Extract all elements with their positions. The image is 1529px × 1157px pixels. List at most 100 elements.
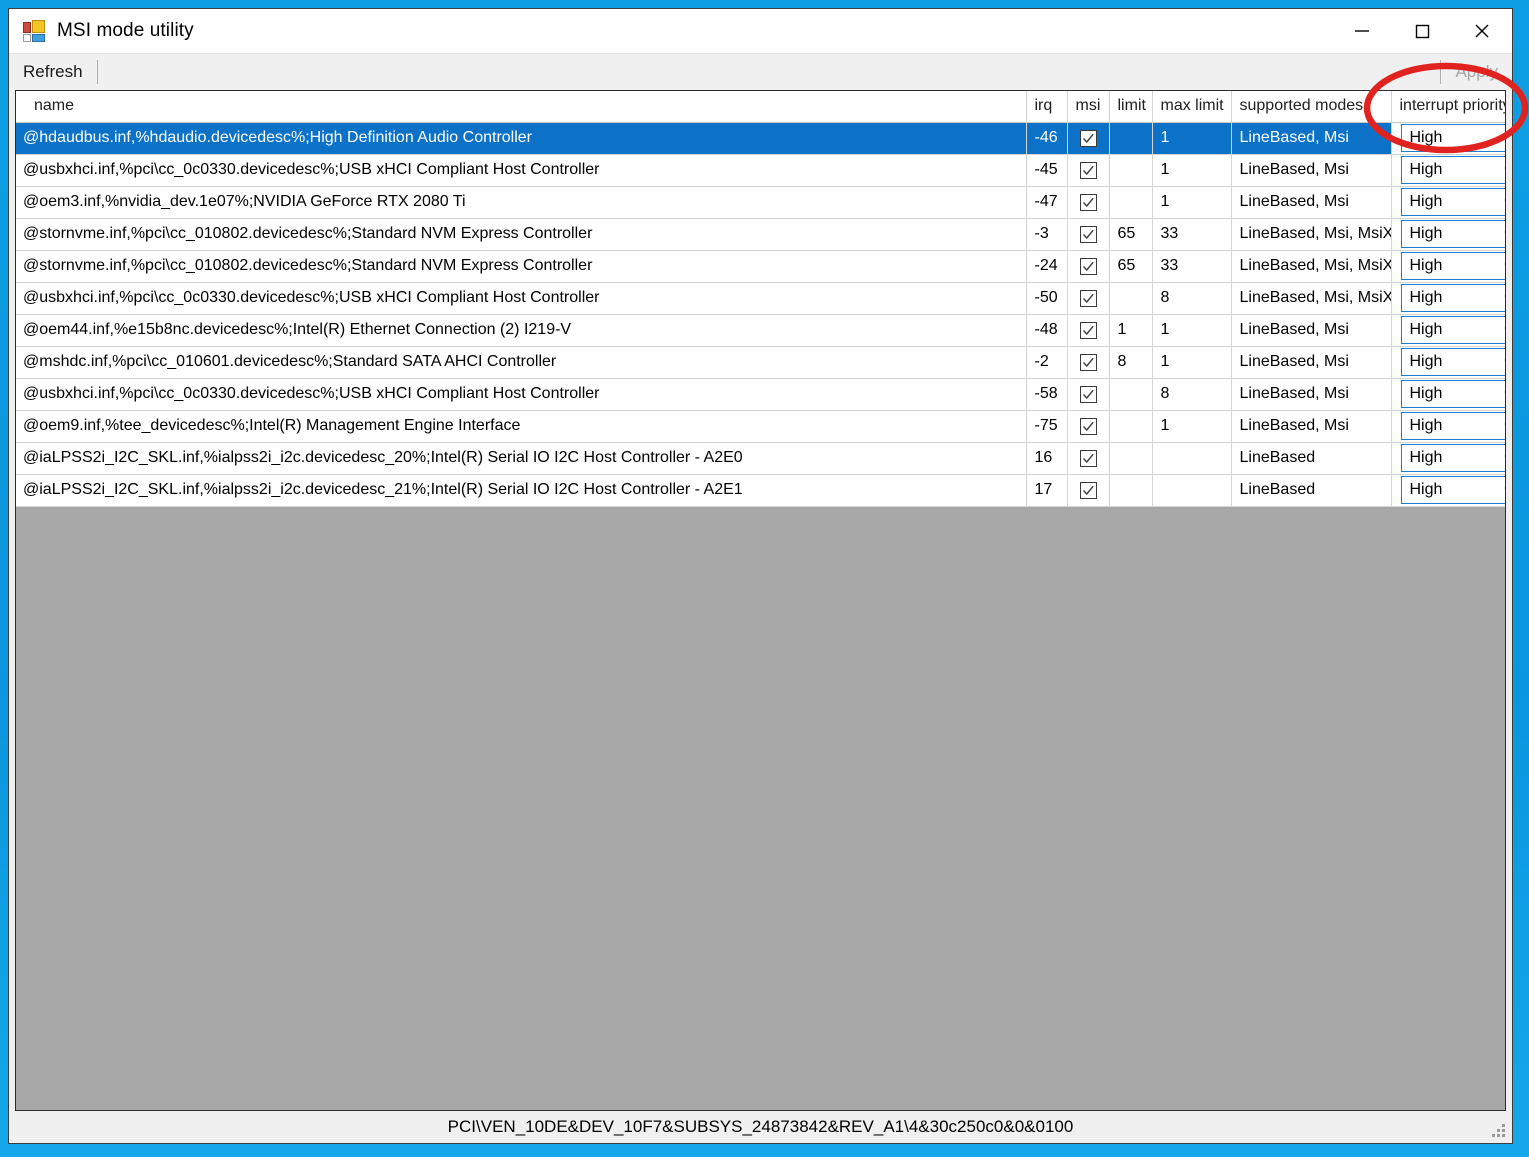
- cell-msi[interactable]: [1067, 442, 1110, 475]
- cell-msi[interactable]: [1067, 218, 1110, 251]
- interrupt-priority-dropdown[interactable]: High: [1400, 156, 1505, 184]
- cell-supported-modes[interactable]: LineBased, Msi, MsiX: [1231, 250, 1392, 283]
- cell-name[interactable]: @oem9.inf,%tee_devicedesc%;Intel(R) Mana…: [16, 410, 1027, 443]
- cell-name[interactable]: @iaLPSS2i_I2C_SKL.inf,%ialpss2i_i2c.devi…: [16, 474, 1027, 507]
- table-row[interactable]: @usbxhci.inf,%pci\cc_0c0330.devicedesc%;…: [16, 378, 1505, 411]
- column-header-limit[interactable]: limit: [1109, 91, 1153, 123]
- cell-max-limit[interactable]: 33: [1152, 218, 1232, 251]
- cell-supported-modes[interactable]: LineBased, Msi: [1231, 378, 1392, 411]
- table-row[interactable]: @stornvme.inf,%pci\cc_010802.devicedesc%…: [16, 250, 1505, 283]
- cell-limit[interactable]: [1109, 474, 1153, 507]
- msi-checkbox[interactable]: [1068, 219, 1109, 250]
- msi-checkbox[interactable]: [1068, 347, 1109, 378]
- cell-irq[interactable]: -2: [1026, 346, 1068, 379]
- cell-limit[interactable]: [1109, 154, 1153, 187]
- apply-button[interactable]: Apply: [1443, 56, 1510, 89]
- cell-name[interactable]: @hdaudbus.inf,%hdaudio.devicedesc%;High …: [16, 122, 1027, 155]
- msi-checkbox[interactable]: [1068, 123, 1109, 154]
- cell-limit[interactable]: 1: [1109, 314, 1153, 347]
- refresh-button[interactable]: Refresh: [11, 56, 95, 89]
- minimize-button[interactable]: [1332, 9, 1392, 53]
- column-header-msi[interactable]: msi: [1067, 91, 1110, 123]
- cell-limit[interactable]: 8: [1109, 346, 1153, 379]
- cell-msi[interactable]: [1067, 186, 1110, 219]
- cell-msi[interactable]: [1067, 154, 1110, 187]
- cell-limit[interactable]: [1109, 378, 1153, 411]
- cell-max-limit[interactable]: 1: [1152, 154, 1232, 187]
- interrupt-priority-dropdown[interactable]: High: [1400, 476, 1505, 504]
- cell-irq[interactable]: -48: [1026, 314, 1068, 347]
- cell-limit[interactable]: 65: [1109, 250, 1153, 283]
- cell-limit[interactable]: 65: [1109, 218, 1153, 251]
- cell-supported-modes[interactable]: LineBased, Msi, MsiX: [1231, 218, 1392, 251]
- cell-supported-modes[interactable]: LineBased, Msi: [1231, 346, 1392, 379]
- cell-supported-modes[interactable]: LineBased, Msi: [1231, 186, 1392, 219]
- cell-limit[interactable]: [1109, 282, 1153, 315]
- column-header-interrupt-priority[interactable]: interrupt priority: [1391, 91, 1505, 123]
- cell-supported-modes[interactable]: LineBased, Msi, MsiX: [1231, 282, 1392, 315]
- table-row[interactable]: @usbxhci.inf,%pci\cc_0c0330.devicedesc%;…: [16, 282, 1505, 315]
- cell-irq[interactable]: -75: [1026, 410, 1068, 443]
- cell-msi[interactable]: [1067, 378, 1110, 411]
- interrupt-priority-dropdown[interactable]: High: [1400, 412, 1505, 440]
- cell-msi[interactable]: [1067, 250, 1110, 283]
- cell-interrupt-priority[interactable]: High: [1391, 250, 1505, 283]
- cell-max-limit[interactable]: 1: [1152, 410, 1232, 443]
- column-header-name[interactable]: name: [16, 91, 1027, 123]
- cell-irq[interactable]: 17: [1026, 474, 1068, 507]
- cell-max-limit[interactable]: 1: [1152, 186, 1232, 219]
- cell-msi[interactable]: [1067, 282, 1110, 315]
- cell-supported-modes[interactable]: LineBased, Msi: [1231, 154, 1392, 187]
- cell-interrupt-priority[interactable]: High: [1391, 314, 1505, 347]
- table-row[interactable]: @iaLPSS2i_I2C_SKL.inf,%ialpss2i_i2c.devi…: [16, 442, 1505, 475]
- cell-name[interactable]: @stornvme.inf,%pci\cc_010802.devicedesc%…: [16, 218, 1027, 251]
- cell-interrupt-priority[interactable]: High: [1391, 410, 1505, 443]
- cell-max-limit[interactable]: 8: [1152, 378, 1232, 411]
- cell-msi[interactable]: [1067, 314, 1110, 347]
- cell-max-limit[interactable]: [1152, 442, 1232, 475]
- interrupt-priority-dropdown[interactable]: High: [1400, 252, 1505, 280]
- interrupt-priority-dropdown[interactable]: High: [1400, 124, 1505, 152]
- table-row[interactable]: @iaLPSS2i_I2C_SKL.inf,%ialpss2i_i2c.devi…: [16, 474, 1505, 507]
- cell-interrupt-priority[interactable]: High: [1391, 218, 1505, 251]
- cell-limit[interactable]: [1109, 410, 1153, 443]
- cell-max-limit[interactable]: 33: [1152, 250, 1232, 283]
- cell-supported-modes[interactable]: LineBased, Msi: [1231, 410, 1392, 443]
- close-button[interactable]: [1452, 9, 1512, 53]
- title-bar[interactable]: MSI mode utility: [9, 9, 1512, 53]
- table-row[interactable]: @stornvme.inf,%pci\cc_010802.devicedesc%…: [16, 218, 1505, 251]
- table-row[interactable]: @oem44.inf,%e15b8nc.devicedesc%;Intel(R)…: [16, 314, 1505, 347]
- msi-checkbox[interactable]: [1068, 283, 1109, 314]
- interrupt-priority-dropdown[interactable]: High: [1400, 380, 1505, 408]
- cell-max-limit[interactable]: 1: [1152, 346, 1232, 379]
- cell-msi[interactable]: [1067, 346, 1110, 379]
- cell-name[interactable]: @oem44.inf,%e15b8nc.devicedesc%;Intel(R)…: [16, 314, 1027, 347]
- cell-msi[interactable]: [1067, 410, 1110, 443]
- column-header-supported-modes[interactable]: supported modes: [1231, 91, 1392, 123]
- interrupt-priority-dropdown[interactable]: High: [1400, 316, 1505, 344]
- cell-name[interactable]: @iaLPSS2i_I2C_SKL.inf,%ialpss2i_i2c.devi…: [16, 442, 1027, 475]
- cell-interrupt-priority[interactable]: High: [1391, 282, 1505, 315]
- column-header-irq[interactable]: irq: [1026, 91, 1068, 123]
- msi-checkbox[interactable]: [1068, 187, 1109, 218]
- cell-limit[interactable]: [1109, 186, 1153, 219]
- cell-irq[interactable]: -24: [1026, 250, 1068, 283]
- cell-interrupt-priority[interactable]: High: [1391, 474, 1505, 507]
- cell-irq[interactable]: -46: [1026, 122, 1068, 155]
- cell-max-limit[interactable]: 8: [1152, 282, 1232, 315]
- cell-interrupt-priority[interactable]: High: [1391, 442, 1505, 475]
- cell-name[interactable]: @stornvme.inf,%pci\cc_010802.devicedesc%…: [16, 250, 1027, 283]
- table-row[interactable]: @mshdc.inf,%pci\cc_010601.devicedesc%;St…: [16, 346, 1505, 379]
- cell-name[interactable]: @usbxhci.inf,%pci\cc_0c0330.devicedesc%;…: [16, 282, 1027, 315]
- cell-limit[interactable]: [1109, 122, 1153, 155]
- cell-name[interactable]: @usbxhci.inf,%pci\cc_0c0330.devicedesc%;…: [16, 154, 1027, 187]
- cell-supported-modes[interactable]: LineBased, Msi: [1231, 314, 1392, 347]
- table-row[interactable]: @usbxhci.inf,%pci\cc_0c0330.devicedesc%;…: [16, 154, 1505, 187]
- cell-name[interactable]: @mshdc.inf,%pci\cc_010601.devicedesc%;St…: [16, 346, 1027, 379]
- cell-max-limit[interactable]: [1152, 474, 1232, 507]
- cell-irq[interactable]: -58: [1026, 378, 1068, 411]
- cell-supported-modes[interactable]: LineBased: [1231, 474, 1392, 507]
- interrupt-priority-dropdown[interactable]: High: [1400, 284, 1505, 312]
- cell-name[interactable]: @usbxhci.inf,%pci\cc_0c0330.devicedesc%;…: [16, 378, 1027, 411]
- interrupt-priority-dropdown[interactable]: High: [1400, 220, 1505, 248]
